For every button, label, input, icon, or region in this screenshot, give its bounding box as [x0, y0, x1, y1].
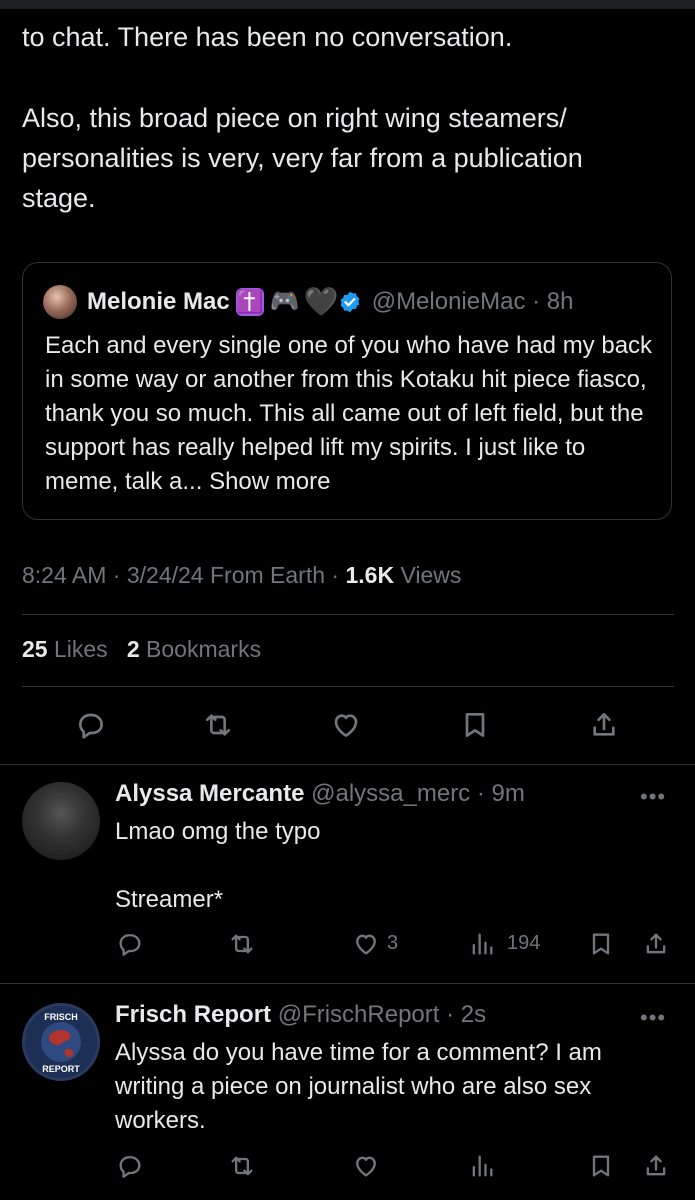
- share-button[interactable]: [584, 705, 624, 745]
- retweet-icon: [206, 714, 230, 736]
- like-button[interactable]: [346, 1146, 386, 1186]
- avatar[interactable]: FRISCH REPORT: [22, 1003, 100, 1081]
- engagement-stats: 25 Likes 2 Bookmarks: [22, 636, 261, 663]
- reply-author-handle: @alyssa_merc · 9m: [311, 780, 525, 807]
- black-heart-emoji-icon: 🖤: [303, 286, 339, 317]
- reply-header: Alyssa Mercante @alyssa_merc · 9m: [115, 780, 525, 808]
- reply-icon: [79, 713, 103, 739]
- like-icon: [356, 934, 376, 955]
- verified-icon: [340, 291, 360, 313]
- reply-author-name[interactable]: Frisch Report: [115, 1001, 271, 1028]
- views-icon: [472, 933, 493, 955]
- reply-header: Frisch Report @FrischReport · 2s: [115, 1001, 486, 1029]
- gamepad-emoji-icon: 🎮: [269, 288, 300, 315]
- quoted-avatar[interactable]: [43, 285, 77, 319]
- views-icon: [472, 1155, 493, 1177]
- frisch-report-logo: FRISCH REPORT: [41, 1012, 81, 1074]
- share-icon: [646, 1155, 666, 1176]
- reply-icon: [119, 934, 141, 956]
- like-button[interactable]: [326, 705, 366, 745]
- retweet-button[interactable]: [222, 1146, 262, 1186]
- views-button[interactable]: [462, 924, 502, 964]
- divider: [22, 686, 674, 687]
- retweet-icon: [231, 1156, 253, 1176]
- like-button[interactable]: [346, 924, 386, 964]
- reply-button[interactable]: [110, 924, 150, 964]
- bookmark-button[interactable]: [581, 1146, 621, 1186]
- retweet-button[interactable]: [222, 924, 262, 964]
- views-label: Views: [400, 562, 462, 588]
- cross-emoji-icon: ✝️: [235, 288, 264, 316]
- reply-author-handle: @FrischReport · 2s: [277, 1001, 487, 1028]
- divider: [0, 764, 695, 765]
- reply-body: Alyssa do you have time for a comment? I…: [115, 1039, 602, 1134]
- tweet-text-part1: to chat. There has been no conversation.: [22, 22, 513, 52]
- views-count: 1.6K: [345, 562, 395, 588]
- retweet-icon: [231, 934, 253, 954]
- tweet-text-part2: Also, this broad piece on right wing ste…: [22, 103, 583, 213]
- retweet-button[interactable]: [198, 705, 238, 745]
- reply-author-name[interactable]: Alyssa Mercante: [115, 780, 304, 807]
- views-count: 194: [507, 932, 541, 954]
- bookmarks-stat[interactable]: 2 Bookmarks: [127, 636, 261, 662]
- share-icon: [593, 713, 615, 736]
- svg-text:REPORT: REPORT: [42, 1064, 80, 1074]
- share-icon: [646, 933, 666, 954]
- reply-icon: [119, 1156, 141, 1178]
- tweet-source: From Earth: [209, 562, 326, 588]
- bookmark-button[interactable]: [581, 924, 621, 964]
- divider: [0, 983, 695, 984]
- quoted-author-name[interactable]: Melonie Mac: [87, 288, 230, 316]
- more-icon[interactable]: •••: [640, 784, 666, 810]
- tweet-time[interactable]: 8:24 AM: [22, 562, 106, 588]
- quoted-author-handle: @MelonieMac · 8h: [371, 288, 574, 315]
- reply-button[interactable]: [71, 705, 111, 745]
- tweet-date[interactable]: 3/24/24: [127, 562, 204, 588]
- top-edge: [0, 0, 695, 9]
- views-button[interactable]: [462, 1146, 502, 1186]
- quoted-tweet-header: Melonie Mac ✝️ 🎮 🖤 @MelonieMac · 8h: [43, 285, 574, 319]
- svg-text:FRISCH: FRISCH: [44, 1012, 78, 1022]
- quoted-tweet-body: Each and every single one of you who hav…: [45, 332, 653, 495]
- bookmark-icon: [592, 1155, 610, 1177]
- bookmark-icon: [592, 933, 610, 955]
- share-button[interactable]: [636, 924, 676, 964]
- tweet-meta: 8:24 AM · 3/24/24 From Earth · 1.6K View…: [22, 562, 462, 588]
- bookmark-icon: [465, 713, 485, 737]
- like-count: 3: [387, 932, 399, 954]
- likes-stat[interactable]: 25 Likes: [22, 636, 108, 662]
- like-icon: [356, 1156, 376, 1177]
- share-button[interactable]: [636, 1146, 676, 1186]
- quoted-tweet[interactable]: Melonie Mac ✝️ 🎮 🖤 @MelonieMac · 8h Each…: [22, 262, 672, 520]
- divider: [22, 614, 674, 615]
- reply-body: Lmao omg the typo Streamer*: [115, 818, 321, 913]
- show-more-link[interactable]: Show more: [209, 468, 330, 495]
- avatar[interactable]: [22, 782, 100, 860]
- bookmark-button[interactable]: [455, 705, 495, 745]
- more-icon[interactable]: •••: [640, 1005, 666, 1031]
- like-icon: [334, 714, 358, 737]
- reply-button[interactable]: [110, 1146, 150, 1186]
